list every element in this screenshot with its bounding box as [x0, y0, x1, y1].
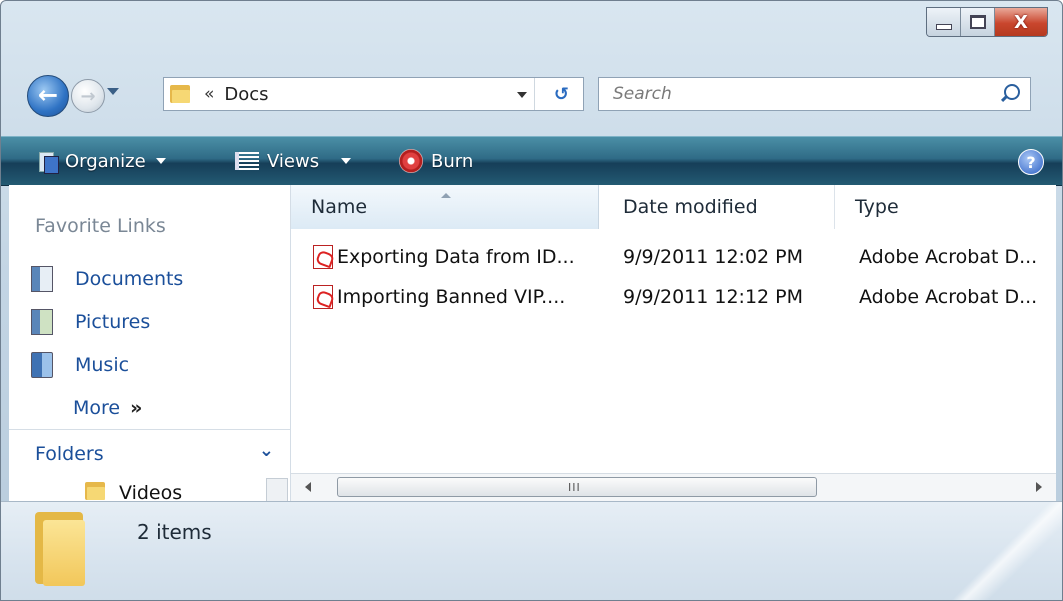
column-header-label: Type	[855, 196, 899, 218]
views-label: Views	[267, 150, 320, 172]
navigation-bar: ← → « Docs ↺	[1, 71, 1062, 119]
views-icon	[235, 152, 259, 170]
more-links-button[interactable]: More »	[73, 386, 183, 429]
favorite-link-label: Music	[75, 353, 130, 376]
back-arrow-icon: ←	[37, 80, 59, 109]
file-list-pane: Name Date modified Type Exporting Data f…	[291, 185, 1056, 502]
content-area: Favorite Links Documents Pictures Music …	[9, 185, 1056, 502]
chevron-down-icon	[155, 158, 166, 164]
folder-tree-label: Videos	[119, 482, 183, 501]
chevron-down-icon	[341, 158, 352, 164]
sort-ascending-icon	[441, 193, 451, 198]
forward-arrow-icon: →	[80, 85, 96, 107]
close-icon: X	[1014, 11, 1028, 33]
breadcrumb-docs[interactable]: Docs	[224, 84, 268, 105]
address-separator	[534, 78, 535, 110]
column-header-name[interactable]: Name	[291, 185, 599, 229]
favorite-links-list: Documents Pictures Music More »	[31, 257, 183, 429]
column-header-type[interactable]: Type	[837, 185, 1056, 229]
documents-icon	[31, 265, 53, 292]
maximize-button[interactable]	[961, 8, 995, 36]
file-name-cell: Importing Banned VIP....	[313, 277, 601, 317]
column-header-date-modified[interactable]: Date modified	[601, 185, 835, 229]
navigation-pane: Favorite Links Documents Pictures Music …	[9, 185, 291, 501]
close-button[interactable]: X	[995, 8, 1047, 36]
scroll-grip: III	[568, 481, 581, 494]
file-type: Adobe Acrobat D...	[859, 246, 1038, 268]
address-dropdown-icon[interactable]	[517, 92, 527, 98]
folder-tree-item-videos[interactable]: Videos	[9, 474, 290, 501]
title-bar: X	[1, 1, 1062, 61]
caption-buttons: X	[926, 7, 1048, 37]
command-toolbar: Organize Views Burn ?	[1, 136, 1062, 186]
horizontal-scrollbar[interactable]: III	[291, 473, 1056, 502]
back-button[interactable]: ←	[27, 75, 69, 117]
file-name: Exporting Data from ID...	[337, 246, 575, 268]
help-icon[interactable]: ?	[1018, 149, 1044, 175]
scroll-thumb[interactable]: III	[337, 477, 817, 497]
item-count: 2 items	[137, 520, 212, 544]
refresh-icon[interactable]: ↺	[554, 84, 569, 105]
decorative-swoosh	[912, 502, 1062, 600]
search-box	[598, 77, 1031, 111]
minimize-icon	[935, 24, 952, 30]
column-header-row: Name Date modified Type	[291, 185, 1056, 229]
folder-icon	[85, 482, 105, 500]
burn-button[interactable]: Burn	[399, 147, 473, 175]
organize-button[interactable]: Organize	[39, 147, 166, 175]
column-header-label: Date modified	[623, 196, 758, 218]
search-icon[interactable]	[1004, 84, 1020, 100]
organize-label: Organize	[65, 150, 146, 172]
file-date: 9/9/2011 12:02 PM	[623, 246, 804, 268]
explorer-window: X ← → « Docs ↺ Organize Views	[0, 0, 1063, 601]
more-label: More	[73, 396, 121, 419]
favorite-links-title: Favorite Links	[35, 215, 166, 237]
file-type: Adobe Acrobat D...	[859, 286, 1038, 308]
pdf-file-icon	[313, 245, 333, 269]
music-icon	[31, 351, 53, 378]
favorite-link-pictures[interactable]: Pictures	[31, 300, 183, 343]
details-pane: 2 items	[1, 501, 1062, 600]
file-date: 9/9/2011 12:12 PM	[623, 286, 804, 308]
file-name: Importing Banned VIP....	[337, 286, 566, 308]
search-input[interactable]	[611, 79, 975, 109]
maximize-icon	[969, 15, 986, 29]
views-button[interactable]: Views	[235, 147, 352, 175]
file-row[interactable]: Exporting Data from ID... 9/9/2011 12:02…	[291, 237, 1056, 277]
folders-label: Folders	[35, 443, 104, 465]
pdf-file-icon	[313, 285, 333, 309]
folder-tree-scrollbar[interactable]	[266, 478, 288, 501]
address-bar[interactable]: « Docs ↺	[163, 77, 584, 111]
chevron-down-icon: ⌄	[258, 440, 274, 461]
column-header-label: Name	[311, 196, 368, 218]
favorite-link-label: Pictures	[75, 310, 151, 333]
folder-icon	[170, 85, 190, 103]
organize-icon	[39, 150, 59, 174]
forward-button[interactable]: →	[71, 79, 105, 113]
double-chevron-right-icon: »	[130, 396, 143, 419]
folder-icon	[35, 512, 85, 586]
folders-toggle[interactable]: Folders ⌄	[9, 429, 290, 474]
favorite-link-music[interactable]: Music	[31, 343, 183, 386]
file-name-cell: Exporting Data from ID...	[313, 237, 601, 277]
favorite-link-label: Documents	[75, 267, 184, 290]
scroll-left-icon[interactable]	[305, 482, 311, 492]
file-row[interactable]: Importing Banned VIP.... 9/9/2011 12:12 …	[291, 277, 1056, 317]
file-list: Exporting Data from ID... 9/9/2011 12:02…	[291, 237, 1056, 317]
burn-label: Burn	[431, 150, 474, 172]
scroll-right-icon[interactable]	[1036, 482, 1042, 492]
pictures-icon	[31, 308, 53, 335]
favorite-link-documents[interactable]: Documents	[31, 257, 183, 300]
recent-pages-dropdown[interactable]	[107, 88, 119, 95]
burn-disc-icon	[399, 149, 423, 173]
breadcrumb-overflow[interactable]: «	[204, 84, 214, 104]
minimize-button[interactable]	[927, 8, 961, 36]
